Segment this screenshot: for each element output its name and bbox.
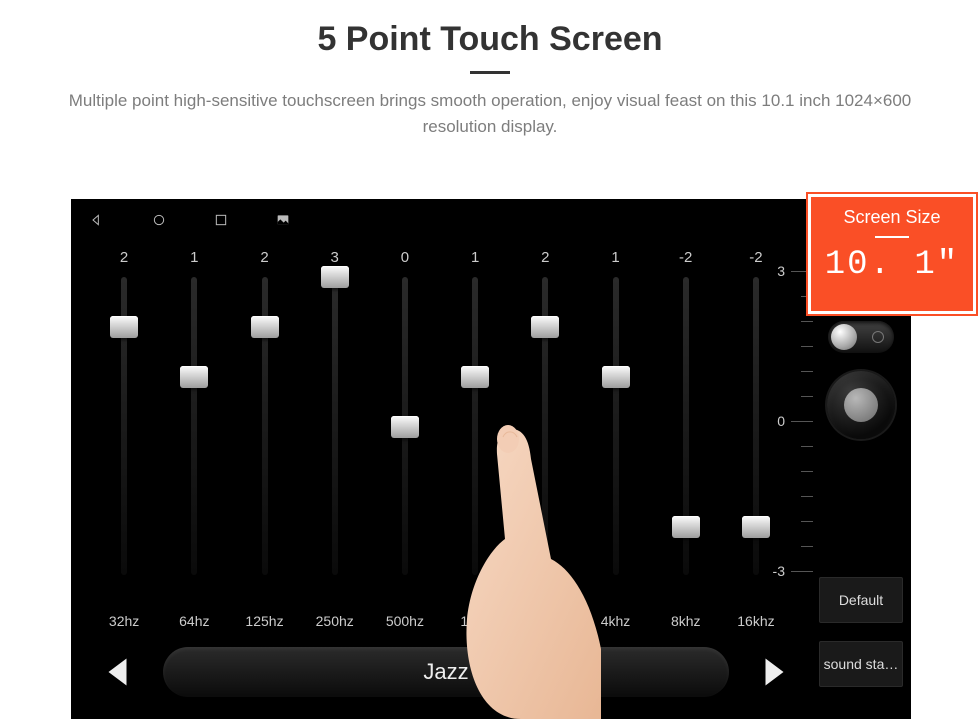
eq-band-freq: 16khz bbox=[737, 613, 774, 629]
eq-slider-knob[interactable] bbox=[672, 516, 700, 538]
eq-slider-knob[interactable] bbox=[391, 416, 419, 438]
eq-band-1khz: 1 1khz bbox=[440, 249, 510, 629]
eq-band-32hz: 2 32hz bbox=[89, 249, 159, 629]
eq-band-value: -2 bbox=[679, 249, 692, 271]
eq-band-value: 2 bbox=[260, 249, 268, 271]
eq-slider-knob[interactable] bbox=[531, 316, 559, 338]
eq-slider-knob[interactable] bbox=[461, 366, 489, 388]
eq-slider[interactable] bbox=[472, 277, 478, 575]
recent-icon[interactable] bbox=[213, 212, 229, 228]
eq-scale: 30-3 bbox=[787, 271, 813, 581]
eq-slider-knob[interactable] bbox=[110, 316, 138, 338]
eq-band-freq: 2khz bbox=[531, 613, 561, 629]
eq-slider[interactable] bbox=[332, 277, 338, 575]
eq-band-value: -2 bbox=[749, 249, 762, 271]
eq-band-250hz: 3250hz bbox=[300, 249, 370, 629]
eq-band-500hz: 0 500hz bbox=[370, 249, 440, 629]
preset-row: Jazz bbox=[101, 643, 791, 701]
eq-slider-knob[interactable] bbox=[602, 366, 630, 388]
eq-slider[interactable] bbox=[753, 277, 759, 575]
balance-button[interactable] bbox=[827, 371, 895, 439]
eq-slider[interactable] bbox=[542, 277, 548, 575]
next-preset-icon[interactable] bbox=[755, 654, 791, 690]
eq-band-2khz: 2 2khz bbox=[510, 249, 580, 629]
badge-label: Screen Size bbox=[811, 207, 973, 228]
eq-band-freq: 4khz bbox=[601, 613, 631, 629]
gallery-icon[interactable] bbox=[275, 212, 291, 228]
eq-band-freq: 500hz bbox=[386, 613, 424, 629]
scale-label: -3 bbox=[773, 563, 785, 579]
scale-label: 3 bbox=[777, 263, 785, 279]
eq-band-value: 2 bbox=[541, 249, 549, 271]
eq-slider[interactable] bbox=[191, 277, 197, 575]
eq-slider-knob[interactable] bbox=[321, 266, 349, 288]
eq-band-freq: 250hz bbox=[316, 613, 354, 629]
eq-band-freq: 64hz bbox=[179, 613, 209, 629]
eq-band-value: 1 bbox=[611, 249, 619, 271]
badge-value: 10. 1" bbox=[811, 246, 973, 284]
prev-preset-icon[interactable] bbox=[101, 654, 137, 690]
eq-slider[interactable] bbox=[613, 277, 619, 575]
eq-slider[interactable] bbox=[262, 277, 268, 575]
back-icon[interactable] bbox=[89, 212, 105, 228]
scale-label: 0 bbox=[777, 413, 785, 429]
badge-divider bbox=[875, 236, 909, 238]
eq-toggle[interactable] bbox=[828, 321, 894, 353]
sound-stage-button[interactable]: sound sta… bbox=[819, 641, 903, 687]
eq-band-value: 1 bbox=[190, 249, 198, 271]
eq-band-freq: 125hz bbox=[245, 613, 283, 629]
eq-band-value: 1 bbox=[471, 249, 479, 271]
default-button[interactable]: Default bbox=[819, 577, 903, 623]
page-subtitle: Multiple point high-sensitive touchscree… bbox=[0, 88, 980, 159]
screen-size-badge: Screen Size 10. 1" bbox=[808, 194, 976, 314]
eq-slider-knob[interactable] bbox=[251, 316, 279, 338]
eq-slider[interactable] bbox=[683, 277, 689, 575]
eq-band-value: 0 bbox=[401, 249, 409, 271]
system-nav-bar bbox=[71, 199, 911, 241]
eq-slider[interactable] bbox=[402, 277, 408, 575]
eq-band-freq: 1khz bbox=[460, 613, 490, 629]
equalizer: 232hz164hz2125hz3250hz0500hz11khz22khz14… bbox=[89, 249, 791, 629]
eq-band-freq: 32hz bbox=[109, 613, 139, 629]
title-underline bbox=[470, 71, 510, 74]
eq-band-freq: 8khz bbox=[671, 613, 701, 629]
eq-band-4khz: 1 4khz bbox=[580, 249, 650, 629]
page-title: 5 Point Touch Screen bbox=[0, 0, 980, 59]
device-screenshot: 232hz164hz2125hz3250hz0500hz11khz22khz14… bbox=[71, 199, 911, 719]
eq-band-64hz: 1 64hz bbox=[159, 249, 229, 629]
eq-slider-knob[interactable] bbox=[180, 366, 208, 388]
eq-slider[interactable] bbox=[121, 277, 127, 575]
home-icon[interactable] bbox=[151, 212, 167, 228]
eq-slider-knob[interactable] bbox=[742, 516, 770, 538]
eq-band-8khz: -2 8khz bbox=[651, 249, 721, 629]
eq-band-125hz: 2 125hz bbox=[229, 249, 299, 629]
eq-band-value: 2 bbox=[120, 249, 128, 271]
preset-name[interactable]: Jazz bbox=[163, 647, 729, 697]
